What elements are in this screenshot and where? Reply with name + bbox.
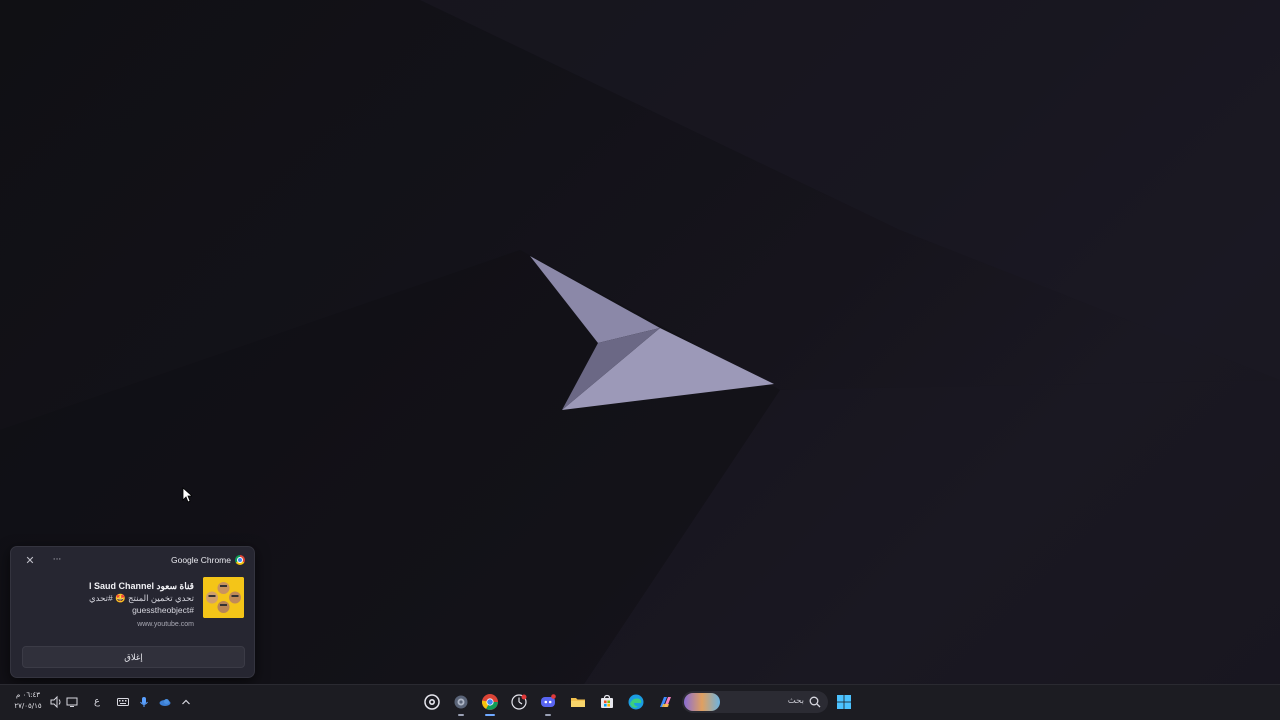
edge-icon[interactable] [626,692,646,712]
notification-app-name: Google Chrome [170,555,231,565]
search-placeholder: بحث [787,696,804,706]
discord-icon[interactable] [538,692,558,716]
taskbar: ٠٦:٤٣ م ٢٧/٠٥/١٥ ع بحث [0,684,1280,720]
taskbar-search-box[interactable]: بحث [682,691,828,713]
notification-title: قناة سعود l Saud Channel [88,581,194,591]
channel-thumbnail-image [203,577,244,618]
microsoft-store-icon[interactable] [597,692,617,712]
mouse-cursor-icon [182,487,192,503]
chrome-icon [235,555,245,565]
close-icon[interactable]: ✕ [23,554,37,568]
search-icon [809,696,821,708]
keyboard-icon[interactable] [116,695,130,709]
settings-icon[interactable] [451,692,471,716]
file-explorer-icon[interactable] [568,692,588,712]
windows-start-icon[interactable] [834,692,854,712]
microphone-icon[interactable] [137,695,151,709]
more-options-icon[interactable]: ··· [50,554,64,568]
wallpaper-logo [530,256,774,410]
chevron-up-icon[interactable] [179,695,193,709]
search-highlight-image [684,693,720,711]
speaker-icon[interactable] [49,695,63,709]
active-indicator [485,714,495,716]
dismiss-button[interactable]: إغلاق [22,646,245,668]
notification-source-url: www.youtube.com [137,621,194,628]
clock-date: ٢٧/٠٥/١٥ [14,702,42,710]
notification-content: قناة سعود l Saud Channel تحدي تخمين المن… [44,580,194,616]
notification-app-header: Google Chrome [171,555,245,565]
onedrive-icon[interactable] [158,695,172,709]
copilot-icon[interactable] [655,692,675,712]
notification-body: تحدي تخمين المنتج 🤩 #تحدي #guesstheobjec… [89,593,194,615]
chrome-icon[interactable] [480,692,500,716]
chrome-notification-toast[interactable]: ✕ ··· Google Chrome قناة سعود l Saud Cha… [10,546,255,678]
running-indicator [458,714,464,716]
clock-time: ٠٦:٤٣ م [16,691,40,699]
system-clock[interactable]: ٠٦:٤٣ م ٢٧/٠٥/١٥ [10,690,46,712]
running-indicator [545,714,551,716]
display-icon[interactable] [65,695,79,709]
language-indicator[interactable]: ع [90,695,104,709]
clock-app-icon[interactable] [509,692,529,712]
desktop[interactable]: ✕ ··· Google Chrome قناة سعود l Saud Cha… [0,0,1280,720]
steam-icon[interactable] [422,692,442,712]
